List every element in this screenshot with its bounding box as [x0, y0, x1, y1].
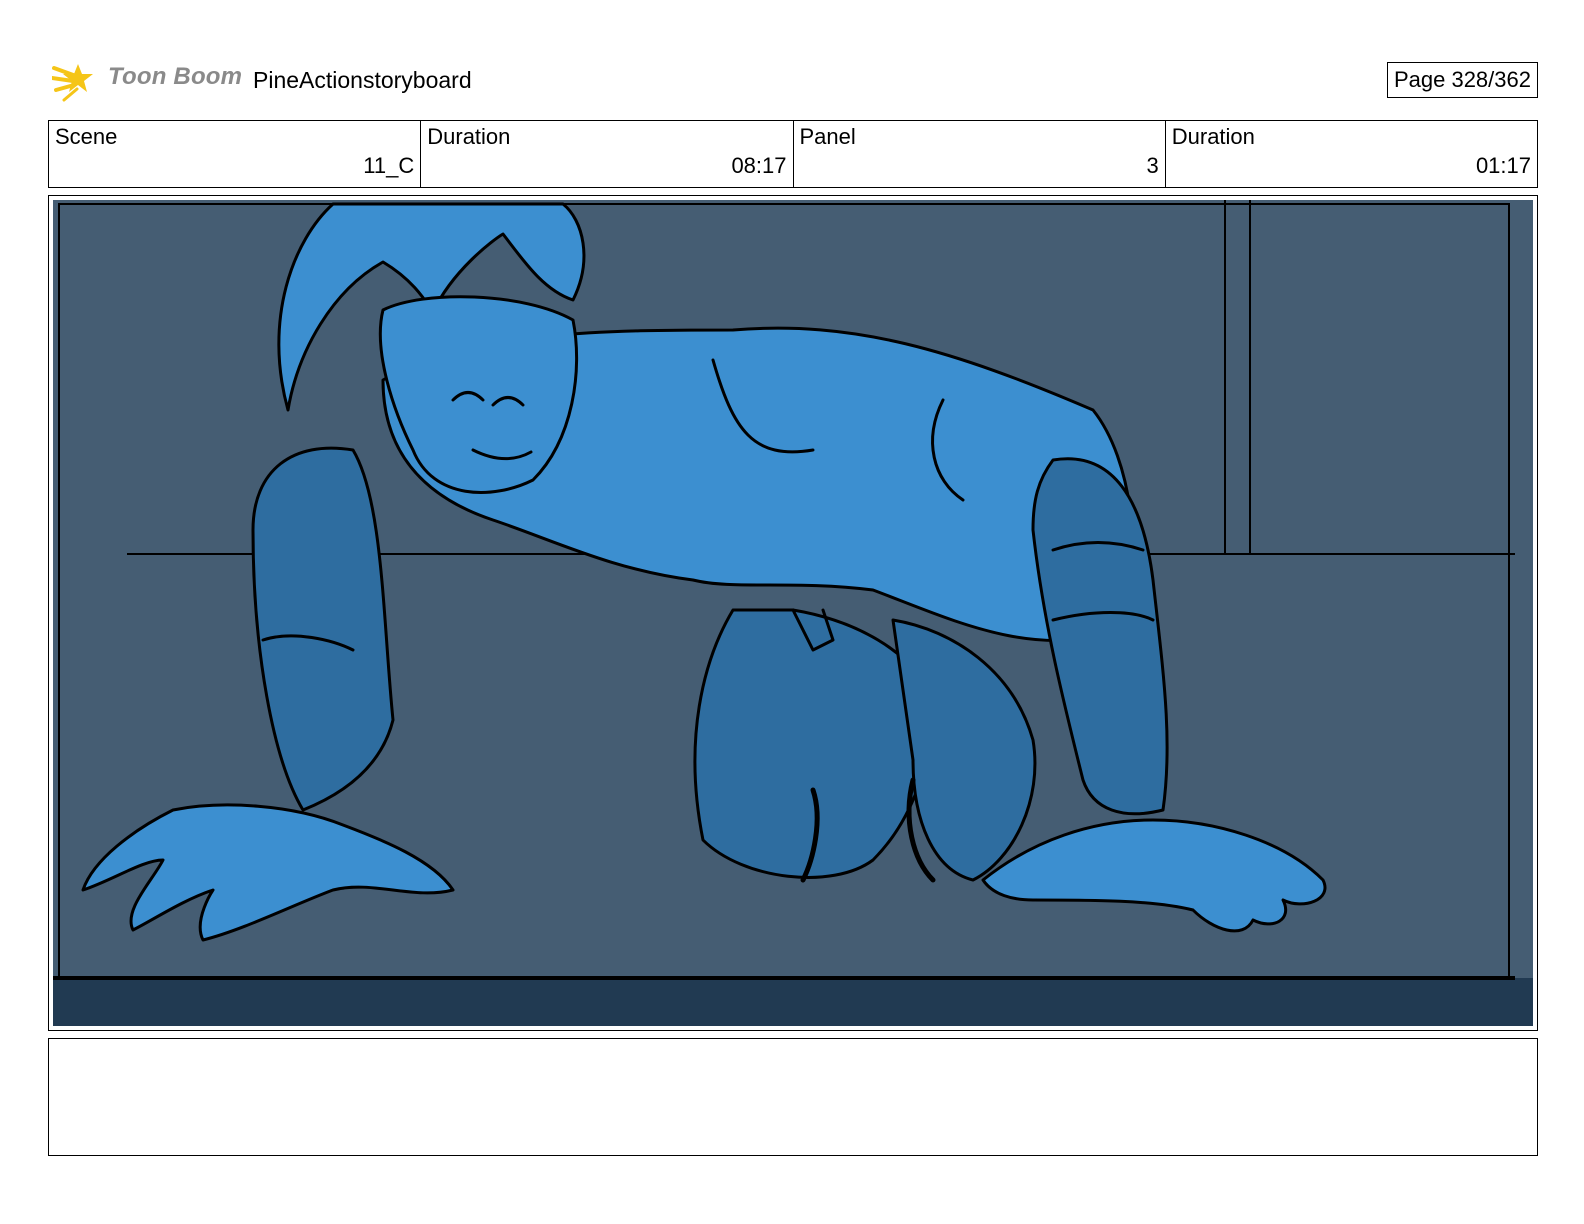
scene-value: 11_C — [363, 153, 415, 178]
panel-duration-value: 01:17 — [1475, 153, 1531, 178]
logo-text: Toon Boom — [108, 63, 243, 90]
toon-boom-logo: Toon Boom — [52, 54, 252, 106]
floor-strip — [53, 978, 1533, 1026]
scene-duration-label: Duration — [427, 124, 511, 149]
project-title: PineActionstoryboard — [253, 67, 472, 93]
page-indicator: Page 328/362 — [1386, 62, 1538, 98]
shooting-star-icon — [52, 64, 93, 102]
scene-duration-cell: Duration 08:17 — [421, 121, 794, 187]
panel-notes-box[interactable] — [48, 1038, 1538, 1156]
panel-duration-cell: Duration 01:17 — [1166, 121, 1537, 187]
panel-drawing — [53, 200, 1533, 1026]
panel-info-table: Scene 11_C Duration 08:17 Panel 3 Durati… — [48, 120, 1538, 188]
page-header: Toon Boom PineActionstoryboard Page 328/… — [48, 54, 1538, 106]
panel-duration-label: Duration — [1171, 124, 1255, 149]
panel-cell: Panel 3 — [794, 121, 1166, 187]
panel-label: Panel — [799, 124, 856, 149]
panel-value: 3 — [1146, 153, 1159, 178]
scene-duration-value: 08:17 — [731, 153, 787, 178]
storyboard-panel — [48, 195, 1538, 1031]
scene-cell: Scene 11_C — [49, 121, 422, 187]
scene-label: Scene — [55, 124, 118, 149]
